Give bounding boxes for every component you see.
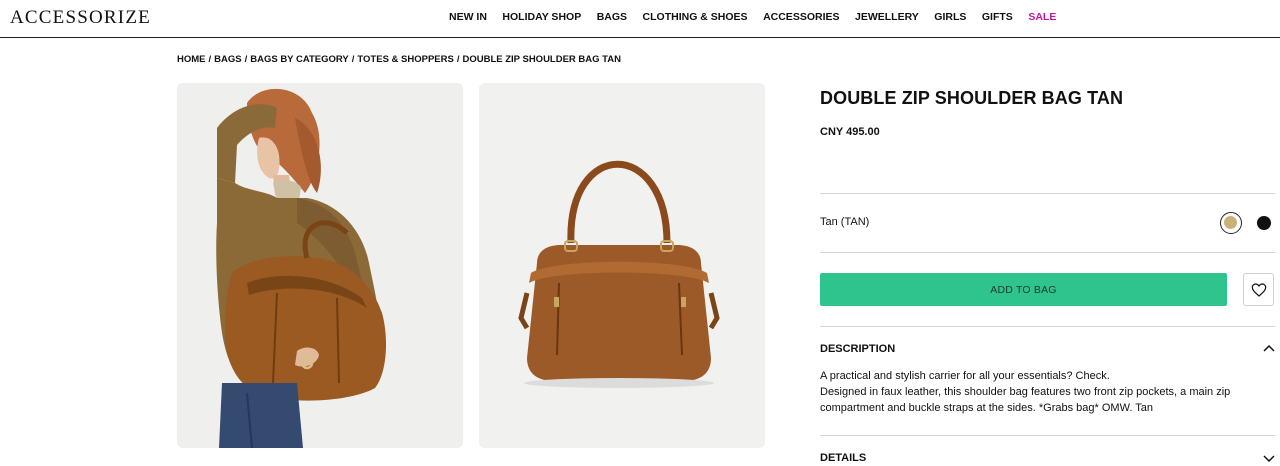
selected-colour-label: Tan (TAN) [820,216,870,228]
product-price: CNY 495.00 [820,126,880,138]
add-to-bag-button[interactable]: ADD TO BAG [820,273,1227,306]
site-logo[interactable]: ACCESSORIZE [10,7,151,29]
nav-item-clothing-shoes[interactable]: CLOTHING & SHOES [643,11,748,23]
model-photo-illustration [177,83,463,448]
main-nav: NEW IN HOLIDAY SHOP BAGS CLOTHING & SHOE… [449,11,1072,23]
nav-item-sale[interactable]: SALE [1028,11,1056,23]
breadcrumb-totes-shoppers[interactable]: TOTES & SHOPPERS [357,54,453,65]
bag-photo-illustration [479,83,765,448]
breadcrumb-current: DOUBLE ZIP SHOULDER BAG TAN [462,54,621,65]
nav-item-gifts[interactable]: GIFTS [982,11,1013,23]
breadcrumb-home[interactable]: HOME [177,54,206,65]
chevron-up-icon[interactable] [1263,344,1275,354]
description-heading[interactable]: DESCRIPTION [820,343,895,355]
nav-item-accessories[interactable]: ACCESSORIES [763,11,839,23]
breadcrumb: HOME / BAGS / BAGS BY CATEGORY / TOTES & SHOPP… [177,54,621,65]
breadcrumb-separator: / [208,54,212,65]
description-text: A practical and stylish carrier for all … [820,368,1260,416]
divider [820,435,1275,436]
divider [820,193,1275,194]
nav-item-holiday-shop[interactable]: HOLIDAY SHOP [502,11,581,23]
details-heading[interactable]: DETAILS [820,452,866,464]
breadcrumb-bags[interactable]: BAGS [214,54,241,65]
wishlist-button[interactable] [1243,273,1274,306]
description-line: Designed in faux leather, this shoulder … [820,386,1231,414]
site-header: ACCESSORIZE NEW IN HOLIDAY SHOP BAGS CLO… [0,0,1280,38]
colour-swatch-black[interactable] [1253,212,1275,234]
breadcrumb-bags-by-category[interactable]: BAGS BY CATEGORY [250,54,349,65]
chevron-down-icon[interactable] [1263,454,1275,464]
breadcrumb-separator: / [351,54,355,65]
product-image-bag[interactable] [479,83,765,448]
product-title: DOUBLE ZIP SHOULDER BAG TAN [820,88,1124,108]
breadcrumb-separator: / [244,54,248,65]
description-line: A practical and stylish carrier for all … [820,370,1110,382]
nav-item-new-in[interactable]: NEW IN [449,11,487,23]
swatch-fill [1224,216,1237,229]
heart-icon [1251,283,1267,297]
divider [820,326,1275,327]
nav-item-jewellery[interactable]: JEWELLERY [855,11,919,23]
breadcrumb-separator: / [456,54,460,65]
nav-item-bags[interactable]: BAGS [597,11,627,23]
swatch-fill [1257,216,1271,230]
divider [820,252,1275,253]
nav-item-girls[interactable]: GIRLS [934,11,966,23]
colour-swatch-tan[interactable] [1220,212,1242,234]
product-image-model[interactable] [177,83,463,448]
